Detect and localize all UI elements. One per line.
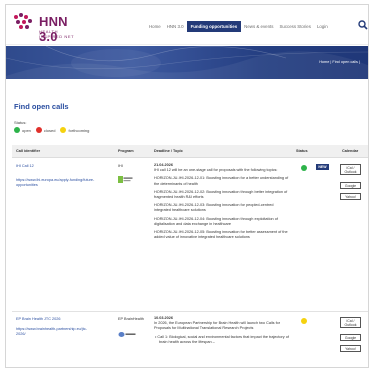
status-label: Status: [14,120,27,125]
nav-item-hnn[interactable]: HNN 3.0 [164,22,187,31]
browser-viewport: HNN 3.0 HEALTH INSPIRED NET Home HNN 3.0… [5,4,369,368]
yahoo-calendar-button[interactable]: Yahoo! [340,193,361,201]
new-badge: NEW [316,164,329,170]
legend-label: forthcoming [68,127,90,133]
nav-item-home[interactable]: Home [146,22,164,31]
google-calendar-button[interactable]: Google [340,334,361,342]
site-header: HNN 3.0 HEALTH INSPIRED NET Home HNN 3.0… [6,5,368,45]
ical-outlook-button[interactable]: iCal / Outlook [340,164,361,176]
table-header: Call identifier Program Deadline / Topic… [12,145,368,158]
column-header: Program [118,149,134,153]
main-nav: Home HNN 3.0 Funding opportunities News … [146,20,331,32]
column-header: Call identifier [16,149,41,153]
topic-item: HORIZON-JU-IHI-2026-12-03: Boosting inno… [154,203,274,213]
page-title: Find open calls [14,102,69,111]
legend-label: open [22,127,31,133]
program-name: IHI [118,164,123,168]
logo-dots-icon [14,13,32,29]
call-url-link[interactable]: https://www.brainhealth-partnership.eu/j… [16,327,96,337]
closed-dot-icon [35,127,42,133]
call-intro: IHI call 12 will be an one-stage call fo… [154,168,278,173]
ical-outlook-button[interactable]: iCal / Outlook [340,317,361,329]
legend-label: closed [43,127,56,133]
ihi-logo-icon [118,176,133,183]
topic-item: HORIZON-JU-IHI-2026-12-05: Boosting inno… [154,230,288,240]
bullet-text: Call 1: Biological, social and environme… [157,334,289,344]
search-icon[interactable] [358,20,368,30]
hero-banner: Home | Find open calls | [6,46,368,79]
open-dot-icon [14,127,20,133]
topic-item: HORIZON-JU-IHI-2026-12-01: Boosting inno… [154,176,289,186]
call-identifier-link[interactable]: IHI Call 12 [16,164,111,169]
deadline-topic: 10.03.2026 In 2026, the European Partner… [154,316,289,345]
call-url-link[interactable]: https://www.ihi.europa.eu/apply-funding/… [16,178,108,188]
call-identifier-link[interactable]: EP Brain Health JTC 2026 [16,317,111,322]
table-row: EP Brain Health JTC 2026 https://www.bra… [12,312,368,367]
bullet-item: • Call 1: Biological, social and environ… [154,335,289,345]
legend-closed: closed [35,127,56,133]
deadline-topic: 21.04.2026 IHI call 12 will be an one-st… [154,163,289,240]
status-open-dot-icon [301,165,307,171]
column-header: Status [296,149,308,153]
column-header: Deadline / Topic [154,149,183,153]
nav-item-success[interactable]: Success Stories [276,22,313,31]
topic-item: HORIZON-JU-IHI-2026-12-02: Boosting inno… [154,189,288,200]
site-logo[interactable]: HNN 3.0 HEALTH INSPIRED NET [12,12,82,44]
nav-item-funding[interactable]: Funding opportunities [186,20,242,32]
logo-subtitle: HEALTH INSPIRED NET [39,29,75,39]
status-forthcoming-dot-icon [301,318,307,324]
brainhealth-logo-icon [118,332,136,337]
nav-item-news[interactable]: News & events [241,22,276,31]
table-row: IHI Call 12 https://www.ihi.europa.eu/ap… [12,158,368,312]
forthcoming-dot-icon [60,127,67,133]
nav-item-login[interactable]: Login [314,22,331,31]
program-name: EP BrainHealth [118,317,144,321]
breadcrumb[interactable]: Home | Find open calls | [319,60,360,64]
status-legend: open closed forthcoming [14,127,94,133]
yahoo-calendar-button[interactable]: Yahoo! [340,345,361,353]
column-header: Calendar [342,149,359,153]
google-calendar-button[interactable]: Google [340,182,361,190]
legend-forthcoming: forthcoming [60,127,89,133]
legend-open: open [14,127,31,133]
topic-item: HORIZON-JU-IHI-2026-12-04: Boosting inno… [154,216,278,226]
banner-pattern [6,46,368,79]
call-intro: In 2026, the European Partnership for Br… [154,321,280,331]
